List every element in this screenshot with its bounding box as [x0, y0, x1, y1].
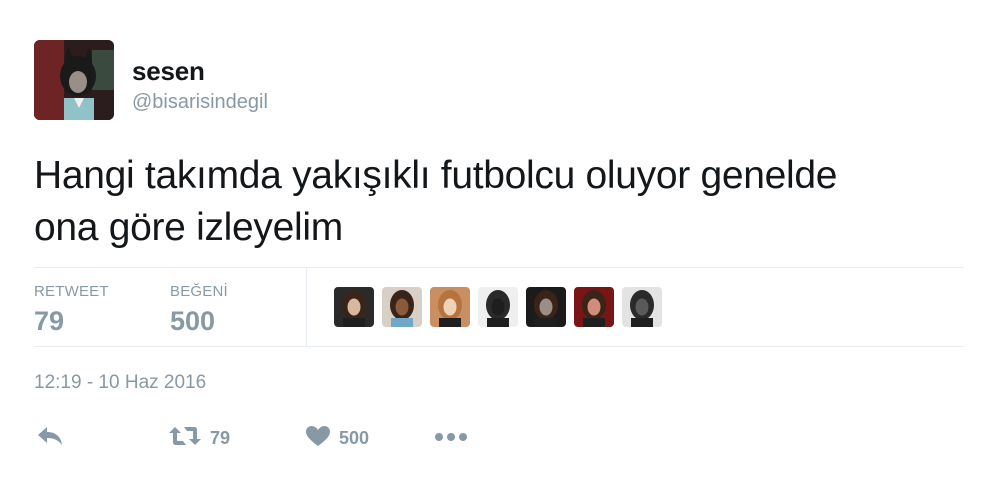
- retweet-action-count: 79: [210, 427, 231, 448]
- liker-avatar[interactable]: [430, 287, 470, 327]
- retweet-icon: [168, 425, 202, 452]
- reply-icon: [36, 425, 64, 452]
- tweet-card: sesen @bisarisindegil Hangi takımda yakı…: [0, 0, 996, 498]
- stats-divider-vertical: [306, 268, 307, 346]
- user-handle[interactable]: @bisarisindegil: [132, 91, 268, 114]
- liker-avatar[interactable]: [334, 287, 374, 327]
- avatar-image: [34, 40, 114, 120]
- liker-avatar[interactable]: [526, 287, 566, 327]
- user-display-name[interactable]: sesen: [132, 56, 205, 87]
- like-action-count: 500: [339, 427, 370, 448]
- liker-avatar[interactable]: [574, 287, 614, 327]
- more-icon: [434, 429, 468, 447]
- stats-divider-bottom: [34, 346, 964, 347]
- like-stat-count[interactable]: 500: [170, 306, 215, 337]
- liker-avatar[interactable]: [478, 287, 518, 327]
- heart-icon: [305, 425, 331, 452]
- tweet-text-line-2: ona göre izleyelim: [34, 206, 343, 249]
- stats-divider-top: [34, 267, 964, 268]
- retweet-stat-label[interactable]: RETWEET: [34, 283, 109, 300]
- reply-button[interactable]: [36, 424, 64, 452]
- liker-avatar[interactable]: [382, 287, 422, 327]
- more-options-button[interactable]: [434, 424, 468, 452]
- retweet-button[interactable]: 79: [168, 424, 230, 452]
- liker-avatar[interactable]: [622, 287, 662, 327]
- tweet-text: Hangi takımda yakışıklı futbolcu oluyor …: [34, 150, 954, 254]
- like-stat-label[interactable]: BEĞENİ: [170, 283, 228, 300]
- retweet-stat-count[interactable]: 79: [34, 306, 64, 337]
- like-button[interactable]: 500: [305, 424, 369, 452]
- user-avatar[interactable]: [34, 40, 114, 120]
- tweet-timestamp[interactable]: 12:19 - 10 Haz 2016: [34, 372, 206, 394]
- tweet-text-line-1: Hangi takımda yakışıklı futbolcu oluyor …: [34, 154, 838, 197]
